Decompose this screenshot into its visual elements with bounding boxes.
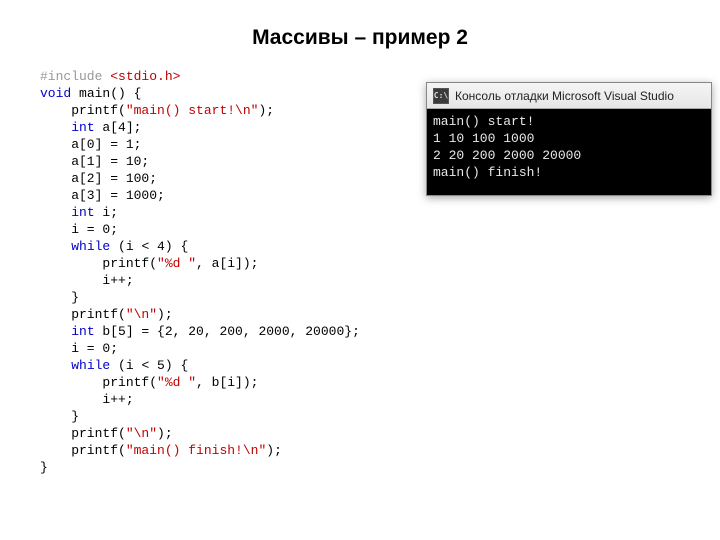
- code-token: "%d ": [157, 375, 196, 390]
- console-icon: C:\: [433, 88, 449, 104]
- code-token: "main() start!\n": [126, 103, 259, 118]
- code-token: "\n": [126, 426, 157, 441]
- code-token: "%d ": [157, 256, 196, 271]
- slide-title: Массивы – пример 2: [0, 0, 720, 68]
- code-token: int: [71, 120, 94, 135]
- code-token: <stdio.h>: [110, 69, 180, 84]
- code-token: while: [71, 239, 110, 254]
- code-block: #include <stdio.h> void main() { printf(…: [40, 68, 360, 476]
- code-token: int: [71, 205, 94, 220]
- console-output: main() start! 1 10 100 1000 2 20 200 200…: [427, 109, 711, 195]
- code-token: int: [71, 324, 94, 339]
- code-token: #include: [40, 69, 110, 84]
- console-window: C:\ Консоль отладки Microsoft Visual Stu…: [426, 82, 712, 196]
- code-token: while: [71, 358, 110, 373]
- console-titlebar: C:\ Консоль отладки Microsoft Visual Stu…: [427, 83, 711, 109]
- code-token: void: [40, 86, 71, 101]
- code-token: "\n": [126, 307, 157, 322]
- code-token: "main() finish!\n": [126, 443, 266, 458]
- console-title: Консоль отладки Microsoft Visual Studio: [455, 89, 674, 103]
